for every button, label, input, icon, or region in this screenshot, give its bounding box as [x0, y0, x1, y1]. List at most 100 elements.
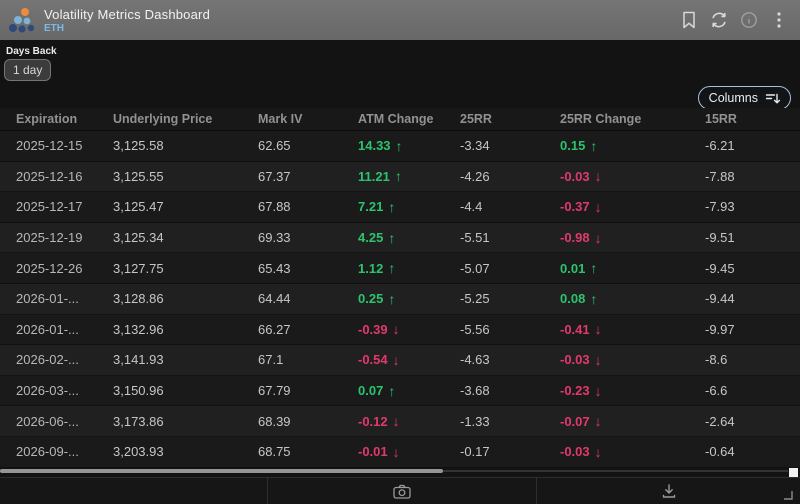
rr25-change-cell: -0.41 ↓	[560, 321, 705, 337]
column-header-25rr-change[interactable]: 25RR Change	[560, 112, 705, 126]
column-header-atm-change[interactable]: ATM Change	[358, 112, 460, 126]
expiration-cell: 2025-12-26	[16, 260, 83, 276]
rr25-change-value: -0.41	[560, 321, 590, 337]
rr15-cell: -7.88	[705, 168, 735, 184]
atm-change-cell: -0.01 ↓	[358, 444, 460, 460]
column-header-25rr[interactable]: 25RR	[460, 112, 560, 126]
page-title: Volatility Metrics Dashboard	[44, 6, 210, 22]
atm-change-value: -0.01	[358, 444, 388, 460]
change-arrow-icon: ↑	[388, 198, 396, 215]
rr25-change-value: -0.03	[560, 168, 590, 184]
rr25-change-value: -0.23	[560, 383, 590, 399]
rr25-change-value: -0.03	[560, 352, 590, 368]
column-header-expiration[interactable]: Expiration	[16, 112, 113, 126]
table-row: 2026-06-... 3,173.86 68.39 -0.12 ↓ -1.33…	[0, 406, 800, 437]
expiration-cell: 2026-01-...	[16, 291, 79, 307]
atm-change-value: -0.54	[358, 352, 388, 368]
column-header-mark-iv[interactable]: Mark IV	[258, 112, 358, 126]
mark-iv-cell: 67.88	[258, 199, 291, 215]
atm-change-value: 1.12	[358, 260, 384, 276]
table-row: 2026-02-... 3,141.93 67.1 -0.54 ↓ -4.63 …	[0, 345, 800, 376]
columns-button[interactable]: Columns	[697, 86, 791, 110]
download-button[interactable]	[658, 480, 680, 502]
expiration-cell: 2026-03-...	[16, 383, 79, 399]
change-arrow-icon: ↓	[594, 351, 602, 368]
table-row: 2026-03-... 3,150.96 67.79 0.07 ↑ -3.68 …	[0, 375, 800, 407]
change-arrow-icon: ↓	[594, 168, 602, 185]
change-arrow-icon: ↑	[388, 229, 396, 246]
change-arrow-icon: ↓	[594, 382, 602, 399]
rr25-change-cell: -0.03 ↓	[560, 352, 705, 368]
bookmark-button[interactable]	[678, 9, 700, 31]
change-arrow-icon: ↓	[392, 443, 400, 460]
change-arrow-icon: ↓	[594, 229, 602, 246]
toolbar-section-middle	[268, 478, 537, 504]
info-button[interactable]	[738, 9, 760, 31]
expiration-cell: 2026-02-...	[16, 352, 79, 368]
rr15-cell: -2.64	[705, 413, 735, 429]
more-menu-button[interactable]	[768, 9, 790, 31]
underlying-price-cell: 3,141.93	[113, 352, 164, 368]
resize-handle[interactable]	[780, 487, 794, 501]
underlying-price-cell: 3,203.93	[113, 444, 164, 460]
scrollbar-thumb[interactable]	[0, 469, 443, 473]
table-row: 2025-12-26 3,127.75 65.43 1.12 ↑ -5.07 0…	[0, 253, 800, 284]
rr25-change-cell: -0.37 ↓	[560, 199, 705, 215]
rr25-cell: -0.17	[460, 444, 490, 460]
app-logo-icon	[9, 8, 35, 33]
atm-change-cell: 11.21 ↑	[358, 168, 460, 184]
underlying-price-cell: 3,173.86	[113, 413, 164, 429]
atm-change-value: 0.07	[358, 383, 384, 399]
rr25-change-value: -0.37	[560, 199, 590, 215]
volatility-dashboard-app: amberdata Volatility Metrics Dashboard E…	[0, 0, 800, 504]
atm-change-cell: 0.25 ↑	[358, 291, 460, 307]
mark-iv-cell: 69.33	[258, 230, 291, 246]
expiration-cell: 2025-12-17	[16, 199, 83, 215]
rr15-cell: -0.64	[705, 444, 735, 460]
table-header-row: Expiration Underlying Price Mark IV ATM …	[0, 108, 800, 131]
rr25-change-value: -0.03	[560, 444, 590, 460]
rr25-change-cell: 0.01 ↑	[560, 260, 705, 276]
mark-iv-cell: 68.39	[258, 413, 291, 429]
mark-iv-cell: 67.37	[258, 168, 291, 184]
rr25-cell: -3.68	[460, 383, 490, 399]
column-header-underlying-price[interactable]: Underlying Price	[113, 112, 258, 126]
column-header-15rr[interactable]: 15RR	[705, 112, 800, 126]
change-arrow-icon: ↓	[594, 198, 602, 215]
rr25-cell: -5.25	[460, 291, 490, 307]
atm-change-cell: 1.12 ↑	[358, 260, 460, 276]
rr25-change-value: -0.07	[560, 413, 590, 429]
underlying-price-cell: 3,125.34	[113, 230, 164, 246]
days-back-select[interactable]: 1 day	[4, 59, 52, 81]
change-arrow-icon: ↑	[394, 168, 402, 185]
expiration-cell: 2025-12-15	[16, 138, 83, 154]
table-row: 2026-01-... 3,128.86 64.44 0.25 ↑ -5.25 …	[0, 283, 800, 315]
expiration-cell: 2026-09-...	[16, 444, 79, 460]
atm-change-value: 0.25	[358, 291, 384, 307]
table-row: 2025-12-16 3,125.55 67.37 11.21 ↑ -4.26 …	[0, 161, 800, 193]
mark-iv-cell: 64.44	[258, 291, 291, 307]
atm-change-cell: 0.07 ↑	[358, 383, 460, 399]
rr25-cell: -1.33	[460, 413, 490, 429]
rr25-cell: -4.63	[460, 352, 490, 368]
rr25-change-value: 0.01	[560, 260, 586, 276]
atm-change-value: 14.33	[358, 138, 391, 154]
horizontal-scrollbar[interactable]	[0, 468, 800, 474]
change-arrow-icon: ↓	[594, 443, 602, 460]
expiration-cell: 2025-12-16	[16, 168, 83, 184]
table-row: 2025-12-15 3,125.58 62.65 14.33 ↑ -3.34 …	[0, 131, 800, 162]
underlying-price-cell: 3,127.75	[113, 260, 164, 276]
expiration-cell: 2026-01-...	[16, 321, 79, 337]
refresh-button[interactable]	[708, 9, 730, 31]
rr15-cell: -7.93	[705, 199, 735, 215]
rr25-cell: -5.56	[460, 321, 490, 337]
change-arrow-icon: ↓	[392, 413, 400, 430]
atm-change-cell: -0.54 ↓	[358, 352, 460, 368]
change-arrow-icon: ↑	[395, 137, 403, 154]
change-arrow-icon: ↑	[590, 260, 598, 277]
rr15-cell: -9.45	[705, 260, 735, 276]
underlying-price-cell: 3,125.47	[113, 199, 164, 215]
atm-change-cell: -0.12 ↓	[358, 413, 460, 429]
atm-change-value: -0.12	[358, 413, 388, 429]
screenshot-button[interactable]	[391, 480, 413, 502]
